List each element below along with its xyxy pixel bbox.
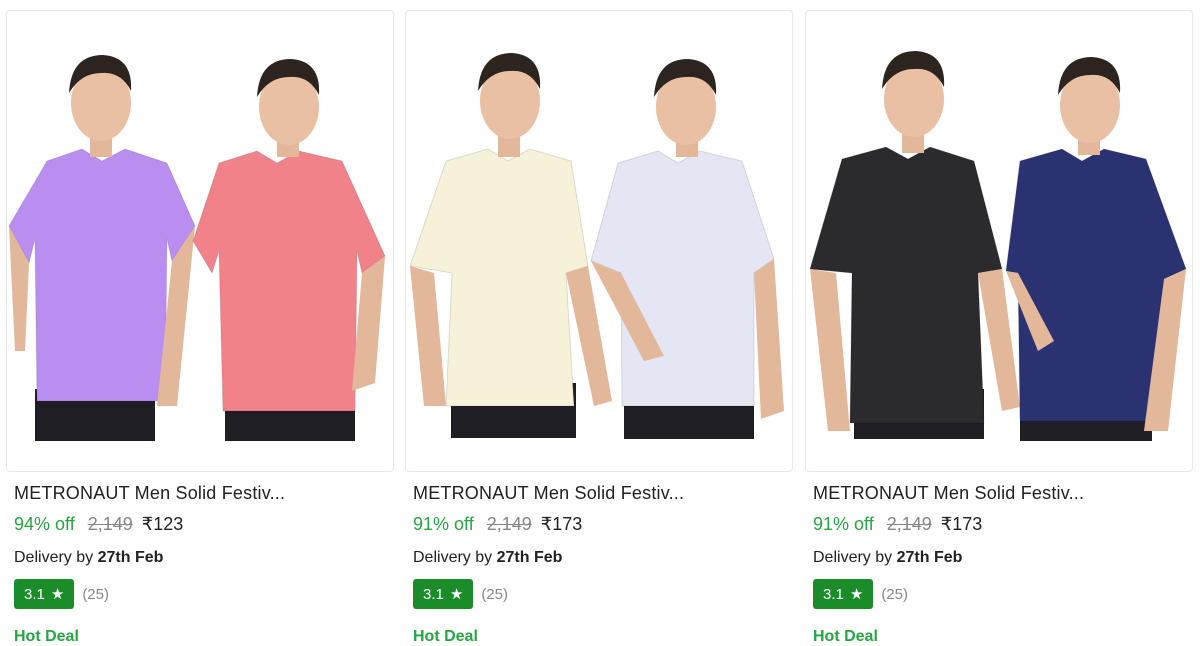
model-right [192, 59, 386, 441]
model-right [590, 59, 784, 439]
product-card[interactable]: METRONAUT Men Solid Festiv... 91% off 2,… [405, 0, 795, 645]
original-price: 2,149 [486, 514, 532, 534]
model-right [1005, 57, 1187, 441]
original-price: 2,149 [87, 514, 133, 534]
discount-percent: 91% off [413, 514, 474, 534]
star-icon: ★ [50, 585, 65, 603]
delivery-info: Delivery by 27th Feb [813, 549, 962, 567]
price-row: 94% off 2,149 ₹123 [14, 514, 183, 535]
rating-value: 3.1 [823, 585, 844, 603]
delivery-date: 27th Feb [496, 549, 563, 566]
review-count: (25) [481, 585, 508, 603]
rating-badge: 3.1 ★ [813, 579, 874, 609]
shirt-illustration [809, 51, 1187, 441]
delivery-date: 27th Feb [97, 549, 164, 566]
delivery-info: Delivery by 27th Feb [14, 549, 163, 567]
price-row: 91% off 2,149 ₹173 [413, 514, 582, 535]
rating-badge: 3.1 ★ [14, 579, 75, 609]
rating-badge: 3.1 ★ [413, 579, 474, 609]
model-left [809, 51, 1020, 439]
rating-value: 3.1 [24, 585, 45, 603]
delivery-prefix: Delivery by [14, 549, 94, 566]
model-left [409, 53, 612, 438]
model-left [8, 55, 196, 441]
hot-deal-label: Hot Deal [413, 628, 478, 645]
product-title[interactable]: METRONAUT Men Solid Festiv... [14, 483, 285, 504]
star-icon: ★ [849, 585, 864, 603]
product-title[interactable]: METRONAUT Men Solid Festiv... [813, 483, 1084, 504]
original-price: 2,149 [886, 514, 932, 534]
product-grid: METRONAUT Men Solid Festiv... 94% off 2,… [0, 0, 1200, 645]
product-title[interactable]: METRONAUT Men Solid Festiv... [413, 483, 684, 504]
delivery-prefix: Delivery by [813, 549, 893, 566]
shirt-illustration [8, 55, 386, 441]
star-icon: ★ [449, 585, 464, 603]
product-card[interactable]: METRONAUT Men Solid Festiv... 94% off 2,… [6, 0, 396, 645]
rating-row: 3.1 ★ (25) [813, 578, 908, 610]
selling-price: ₹173 [940, 514, 983, 534]
review-count: (25) [881, 585, 908, 603]
product-image[interactable] [6, 10, 394, 472]
delivery-date: 27th Feb [896, 549, 963, 566]
delivery-prefix: Delivery by [413, 549, 493, 566]
selling-price: ₹173 [540, 514, 583, 534]
discount-percent: 94% off [14, 514, 75, 534]
shirt-illustration [409, 53, 784, 439]
discount-percent: 91% off [813, 514, 874, 534]
rating-row: 3.1 ★ (25) [413, 578, 508, 610]
product-image[interactable] [805, 10, 1193, 472]
rating-value: 3.1 [423, 585, 444, 603]
delivery-info: Delivery by 27th Feb [413, 549, 562, 567]
product-card[interactable]: METRONAUT Men Solid Festiv... 91% off 2,… [805, 0, 1195, 645]
price-row: 91% off 2,149 ₹173 [813, 514, 982, 535]
rating-row: 3.1 ★ (25) [14, 578, 109, 610]
selling-price: ₹123 [141, 514, 184, 534]
hot-deal-label: Hot Deal [14, 628, 79, 645]
review-count: (25) [82, 585, 109, 603]
product-image[interactable] [405, 10, 793, 472]
hot-deal-label: Hot Deal [813, 628, 878, 645]
